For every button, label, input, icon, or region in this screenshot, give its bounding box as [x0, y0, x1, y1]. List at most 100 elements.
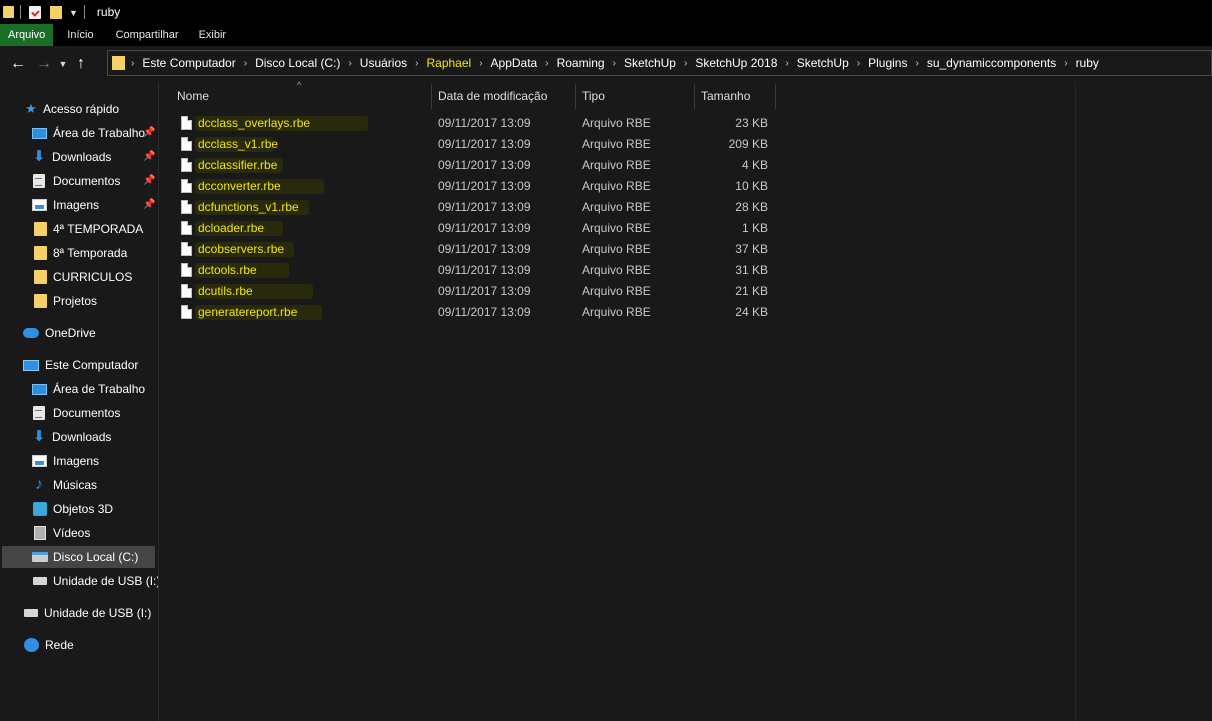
chevron-right-icon[interactable]: ›	[684, 58, 687, 69]
pin-icon[interactable]: 📌	[143, 175, 155, 186]
folder-icon[interactable]	[3, 6, 14, 18]
sidebar-item-disco-local[interactable]: Disco Local (C:)	[2, 546, 155, 568]
breadcrumb-este-computador[interactable]: Este Computador	[142, 56, 235, 70]
chevron-right-icon[interactable]: ›	[915, 58, 918, 69]
sidebar-item-rede[interactable]: Rede	[24, 634, 74, 656]
chevron-right-icon[interactable]: ›	[479, 58, 482, 69]
breadcrumb-sketchup-inner[interactable]: SketchUp	[797, 56, 849, 70]
table-row[interactable]: generatereport.rbe 09/11/2017 13:09 Arqu…	[169, 302, 769, 323]
breadcrumb-disco-local[interactable]: Disco Local (C:)	[255, 56, 340, 70]
column-header-tamanho[interactable]: Tamanho	[695, 84, 776, 109]
sidebar-item-unidade-usb-pc[interactable]: Unidade de USB (I:)	[33, 570, 160, 592]
breadcrumb-sketchup[interactable]: SketchUp	[624, 56, 676, 70]
sidebar-item-unidade-usb[interactable]: Unidade de USB (I:)	[24, 602, 151, 624]
file-size: 4 KB	[741, 158, 768, 172]
sidebar-item-objetos-3d[interactable]: Objetos 3D	[33, 498, 113, 520]
star-icon: ★	[25, 101, 37, 116]
chevron-right-icon[interactable]: ›	[131, 58, 134, 69]
chevron-down-icon[interactable]: ▼	[69, 8, 78, 18]
sidebar-item-area-de-trabalho-pc[interactable]: Área de Trabalho	[32, 378, 145, 400]
breadcrumb-su-dynamiccomponents[interactable]: su_dynamiccomponents	[927, 56, 1056, 70]
file-icon	[181, 284, 192, 298]
separator	[20, 5, 21, 19]
file-date: 09/11/2017 13:09	[438, 158, 531, 172]
breadcrumb-appdata[interactable]: AppData	[491, 56, 538, 70]
folder-icon	[34, 270, 47, 284]
chevron-right-icon[interactable]: ›	[244, 58, 247, 69]
sidebar-item-imagens[interactable]: Imagens	[32, 194, 99, 216]
properties-icon[interactable]	[29, 5, 41, 19]
desktop-icon	[32, 127, 47, 139]
sidebar-item-downloads-pc[interactable]: ⬇ Downloads	[32, 426, 112, 448]
sidebar-item-onedrive[interactable]: OneDrive	[23, 322, 96, 344]
chevron-right-icon[interactable]: ›	[857, 58, 860, 69]
breadcrumb-roaming[interactable]: Roaming	[557, 56, 605, 70]
sidebar-item-label: Downloads	[52, 150, 112, 164]
breadcrumb-sketchup-2018[interactable]: SketchUp 2018	[695, 56, 777, 70]
sidebar-item-downloads[interactable]: ⬇ Downloads	[32, 146, 112, 168]
sidebar-item-label: Área de Trabalho	[53, 382, 146, 396]
usb-drive-icon	[33, 577, 47, 585]
file-icon	[181, 242, 192, 256]
table-row[interactable]: dcloader.rbe 09/11/2017 13:09 Arquivo RB…	[169, 218, 769, 239]
column-header-tipo[interactable]: Tipo	[576, 84, 695, 109]
sidebar-item-projetos[interactable]: Projetos	[34, 290, 97, 312]
pin-icon[interactable]: 📌	[143, 151, 155, 162]
tab-arquivo[interactable]: Arquivo	[0, 24, 54, 46]
address-bar[interactable]: › Este Computador › Disco Local (C:) › U…	[107, 50, 1212, 76]
back-arrow-icon[interactable]: ←	[4, 55, 32, 73]
pin-icon[interactable]: 📌	[143, 199, 155, 210]
column-header-nome[interactable]: Nome	[171, 84, 432, 109]
chevron-right-icon[interactable]: ›	[785, 58, 788, 69]
table-row[interactable]: dcclass_overlays.rbe 09/11/2017 13:09 Ar…	[169, 113, 769, 134]
breadcrumb-ruby[interactable]: ruby	[1076, 56, 1099, 70]
table-row[interactable]: dcobservers.rbe 09/11/2017 13:09 Arquivo…	[169, 239, 769, 260]
sidebar-item-musicas[interactable]: ♪ Músicas	[32, 474, 97, 496]
file-size: 1 KB	[741, 221, 768, 235]
file-icon	[181, 179, 192, 193]
chevron-right-icon[interactable]: ›	[348, 58, 351, 69]
sidebar-item-acesso-rapido[interactable]: ★ Acesso rápido	[24, 98, 119, 120]
window-title: ruby	[96, 5, 121, 19]
table-row[interactable]: dctools.rbe 09/11/2017 13:09 Arquivo RBE…	[169, 260, 769, 281]
forward-arrow-icon[interactable]: →	[32, 55, 56, 73]
sidebar-item-8a-temporada[interactable]: 8ª Temporada	[34, 242, 127, 264]
file-type: Arquivo RBE	[582, 116, 651, 130]
file-name: dcloader.rbe	[198, 221, 265, 235]
sidebar-item-este-computador[interactable]: Este Computador	[23, 354, 138, 376]
chevron-right-icon[interactable]: ›	[545, 58, 548, 69]
file-name: dctools.rbe	[198, 263, 257, 277]
sidebar-item-videos[interactable]: Vídeos	[34, 522, 90, 544]
tab-inicio[interactable]: Início	[57, 24, 105, 46]
chevron-right-icon[interactable]: ›	[613, 58, 616, 69]
sidebar-item-4a-temporada[interactable]: 4ª TEMPORADA	[34, 218, 143, 240]
file-type: Arquivo RBE	[582, 221, 651, 235]
pin-icon[interactable]: 📌	[143, 127, 155, 138]
sidebar-item-label: Vídeos	[53, 526, 91, 540]
up-arrow-icon[interactable]: ↑	[70, 55, 92, 73]
chevron-right-icon[interactable]: ›	[415, 58, 418, 69]
sidebar-item-documentos-pc[interactable]: Documentos	[33, 402, 120, 424]
file-icon	[181, 137, 192, 151]
table-row[interactable]: dcfunctions_v1.rbe 09/11/2017 13:09 Arqu…	[169, 197, 769, 218]
table-row[interactable]: dcclassifier.rbe 09/11/2017 13:09 Arquiv…	[169, 155, 769, 176]
recent-locations-chevron-icon[interactable]: ▼	[56, 59, 70, 69]
tab-exibir[interactable]: Exibir	[189, 24, 237, 46]
table-row[interactable]: dcclass_v1.rbe 09/11/2017 13:09 Arquivo …	[169, 134, 769, 155]
breadcrumb-raphael[interactable]: Raphael	[426, 56, 471, 70]
chevron-right-icon[interactable]: ›	[1064, 58, 1067, 69]
sidebar-item-imagens-pc[interactable]: Imagens	[32, 450, 99, 472]
sidebar-item-area-de-trabalho[interactable]: Área de Trabalho	[32, 122, 158, 144]
tab-compartilhar[interactable]: Compartilhar	[106, 24, 189, 46]
table-row[interactable]: dcconverter.rbe 09/11/2017 13:09 Arquivo…	[169, 176, 769, 197]
music-note-icon: ♪	[35, 476, 43, 493]
table-row[interactable]: dcutils.rbe 09/11/2017 13:09 Arquivo RBE…	[169, 281, 769, 302]
file-icon	[181, 305, 192, 319]
file-size: 23 KB	[735, 116, 768, 130]
breadcrumb-usuarios[interactable]: Usuários	[360, 56, 407, 70]
new-folder-icon[interactable]	[50, 5, 62, 19]
column-header-data[interactable]: Data de modificação	[432, 84, 576, 109]
sidebar-item-curriculos[interactable]: CURRICULOS	[34, 266, 132, 288]
sidebar-item-documentos[interactable]: Documentos	[33, 170, 120, 192]
breadcrumb-plugins[interactable]: Plugins	[868, 56, 907, 70]
